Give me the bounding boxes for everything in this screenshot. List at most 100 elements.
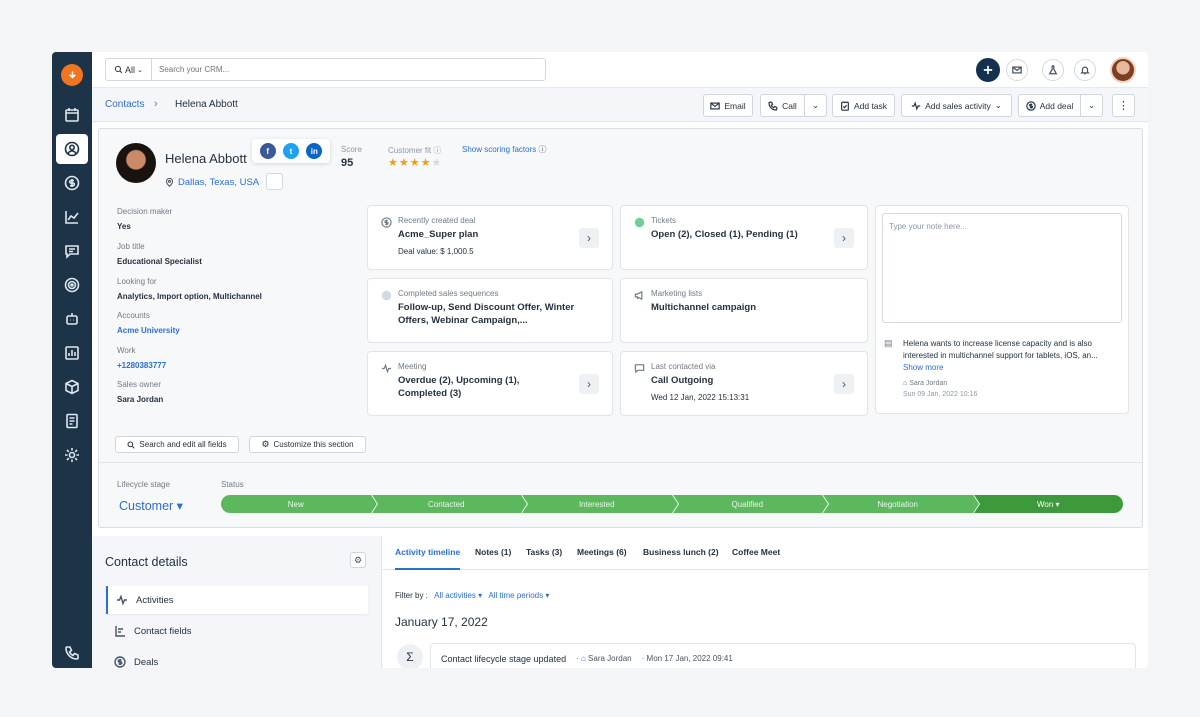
- target-icon[interactable]: [56, 270, 88, 300]
- add-deal-dropdown-button[interactable]: ⌄: [1080, 94, 1103, 117]
- note-author: ⌂ Sara Jordan: [903, 380, 947, 387]
- tab-business-lunch[interactable]: Business lunch (2): [643, 547, 719, 557]
- filter-activities-dropdown[interactable]: All activities ▾: [434, 591, 482, 600]
- search-icon: [114, 65, 123, 74]
- chevron-right-icon[interactable]: ›: [834, 228, 854, 248]
- phone-icon[interactable]: [56, 638, 88, 668]
- info-icon: ⓘ: [538, 145, 547, 154]
- card-recent-deal[interactable]: Recently created deal Acme_Super plan De…: [367, 205, 613, 270]
- user-icon: ⌂: [580, 654, 586, 663]
- account-link[interactable]: Acme University: [117, 326, 180, 335]
- nav-deals[interactable]: Deals: [106, 648, 368, 668]
- calendar-icon[interactable]: [56, 100, 88, 130]
- activity-icon: [117, 594, 127, 606]
- email-button[interactable]: Email: [703, 94, 753, 117]
- activity-icon: [381, 361, 392, 374]
- chevron-down-icon: ⌄: [994, 100, 1002, 110]
- reports-icon[interactable]: [56, 338, 88, 368]
- add-sales-activity-label: Add sales activity: [925, 100, 991, 111]
- status-won[interactable]: Won ▾: [973, 495, 1123, 513]
- documents-icon[interactable]: [56, 406, 88, 436]
- timeline-entry[interactable]: Contact lifecycle stage updated · ⌂ Sara…: [430, 643, 1136, 668]
- tab-notes[interactable]: Notes (1): [475, 547, 511, 557]
- settings-icon[interactable]: [56, 440, 88, 470]
- card-sales-sequences[interactable]: Completed sales sequences Follow-up, Sen…: [367, 278, 613, 343]
- bot-icon[interactable]: [56, 304, 88, 334]
- contact-photo: [116, 143, 156, 183]
- facebook-icon[interactable]: f: [259, 143, 276, 159]
- status-qualified[interactable]: Qualified: [672, 495, 829, 513]
- lifecycle-update-icon: Σ: [397, 644, 423, 668]
- lifecycle-label: Lifecycle stage: [117, 480, 170, 489]
- card-meeting[interactable]: Meeting Overdue (2), Upcoming (1), Compl…: [367, 351, 613, 416]
- deals-icon[interactable]: [56, 168, 88, 198]
- nav-contact-fields[interactable]: Contact fields: [106, 617, 368, 645]
- phone-icon: [768, 101, 778, 111]
- gear-icon[interactable]: ⚙: [350, 552, 366, 568]
- search-input[interactable]: [152, 65, 532, 74]
- copy-icon[interactable]: [266, 173, 283, 190]
- tab-activity-timeline[interactable]: Activity timeline: [395, 547, 461, 570]
- card-body: Overdue (2), Upcoming (1), Completed (3): [398, 375, 520, 399]
- work-phone-link[interactable]: +1280383777: [117, 361, 166, 370]
- field-work: Work +1280383777: [117, 346, 166, 370]
- notifications-button[interactable]: [1074, 59, 1096, 81]
- call-button[interactable]: Call: [760, 94, 805, 117]
- card-tickets[interactable]: Tickets Open (2), Closed (1), Pending (1…: [620, 205, 868, 270]
- chevron-down-icon: ⌄: [1087, 100, 1096, 110]
- nav-activities[interactable]: Activities: [106, 586, 368, 614]
- add-deal-button[interactable]: Add deal: [1018, 94, 1081, 117]
- field-looking-for: Looking for Analytics, Import option, Mul…: [117, 277, 262, 301]
- quick-add-button[interactable]: [976, 58, 1000, 82]
- contact-location[interactable]: Dallas, Texas, USA: [165, 177, 259, 188]
- linkedin-icon[interactable]: in: [306, 143, 323, 159]
- breadcrumb-contacts[interactable]: Contacts: [105, 99, 144, 110]
- chevron-right-icon[interactable]: ›: [579, 374, 599, 394]
- mail-icon: [1012, 66, 1022, 74]
- mail-button[interactable]: [1006, 59, 1028, 81]
- tab-meetings[interactable]: Meetings (6): [577, 547, 627, 557]
- search-icon: [127, 441, 136, 449]
- card-body: Call Outgoing: [651, 375, 714, 386]
- lifecycle-stage-select[interactable]: Customer ▾: [119, 498, 183, 513]
- show-scoring-factors-link[interactable]: Show scoring factors ⓘ: [462, 144, 547, 155]
- products-icon[interactable]: [56, 372, 88, 402]
- chevron-right-icon[interactable]: ›: [834, 374, 854, 394]
- analytics-icon[interactable]: [56, 202, 88, 232]
- search-scope-select[interactable]: All ⌄: [106, 59, 152, 80]
- brand-logo-icon[interactable]: [61, 64, 83, 86]
- field-accounts: Accounts Acme University: [117, 311, 180, 335]
- twitter-icon[interactable]: t: [282, 143, 299, 159]
- contacts-icon[interactable]: [56, 134, 88, 164]
- status-contacted[interactable]: Contacted: [371, 495, 528, 513]
- status-interested[interactable]: Interested: [522, 495, 678, 513]
- field-label: Job title: [117, 242, 145, 251]
- chevron-right-icon[interactable]: ›: [579, 228, 599, 248]
- user-avatar[interactable]: [1110, 57, 1136, 83]
- customize-section-button[interactable]: ⚙ Customize this section: [249, 436, 366, 453]
- card-marketing-lists[interactable]: Marketing lists Multichannel campaign: [620, 278, 868, 343]
- tab-coffee-meet[interactable]: Coffee Meet: [732, 547, 780, 557]
- more-options-button[interactable]: ⋮: [1112, 94, 1135, 117]
- status-dot-icon: [634, 215, 645, 228]
- tab-tasks[interactable]: Tasks (3): [526, 547, 562, 557]
- card-last-contacted[interactable]: Last contacted via Call Outgoing Wed 12 …: [620, 351, 868, 416]
- timeline-date: January 17, 2022: [395, 615, 488, 629]
- call-dropdown-button[interactable]: ⌄: [804, 94, 827, 117]
- score-value: 95: [341, 157, 354, 169]
- search-edit-fields-button[interactable]: Search and edit all fields: [115, 436, 239, 453]
- status-negotiation[interactable]: Negotiation: [823, 495, 979, 513]
- show-more-link[interactable]: Show more: [903, 363, 943, 372]
- note-input[interactable]: Type your note here...: [882, 213, 1122, 323]
- nav-contact-fields-label: Contact fields: [134, 625, 192, 637]
- add-sales-activity-button[interactable]: Add sales activity ⌄: [901, 94, 1012, 117]
- customer-fit-text: Customer fit: [388, 146, 432, 155]
- appstore-button[interactable]: [1042, 59, 1064, 81]
- chevron-down-icon: ⌄: [137, 66, 143, 74]
- field-value: Educational Specialist: [117, 257, 202, 266]
- conversations-icon[interactable]: [56, 236, 88, 266]
- filter-periods-dropdown[interactable]: All time periods ▾: [488, 591, 549, 600]
- status-new[interactable]: New: [221, 495, 377, 513]
- card-body: Multichannel campaign: [651, 302, 757, 313]
- add-task-button[interactable]: Add task: [832, 94, 895, 117]
